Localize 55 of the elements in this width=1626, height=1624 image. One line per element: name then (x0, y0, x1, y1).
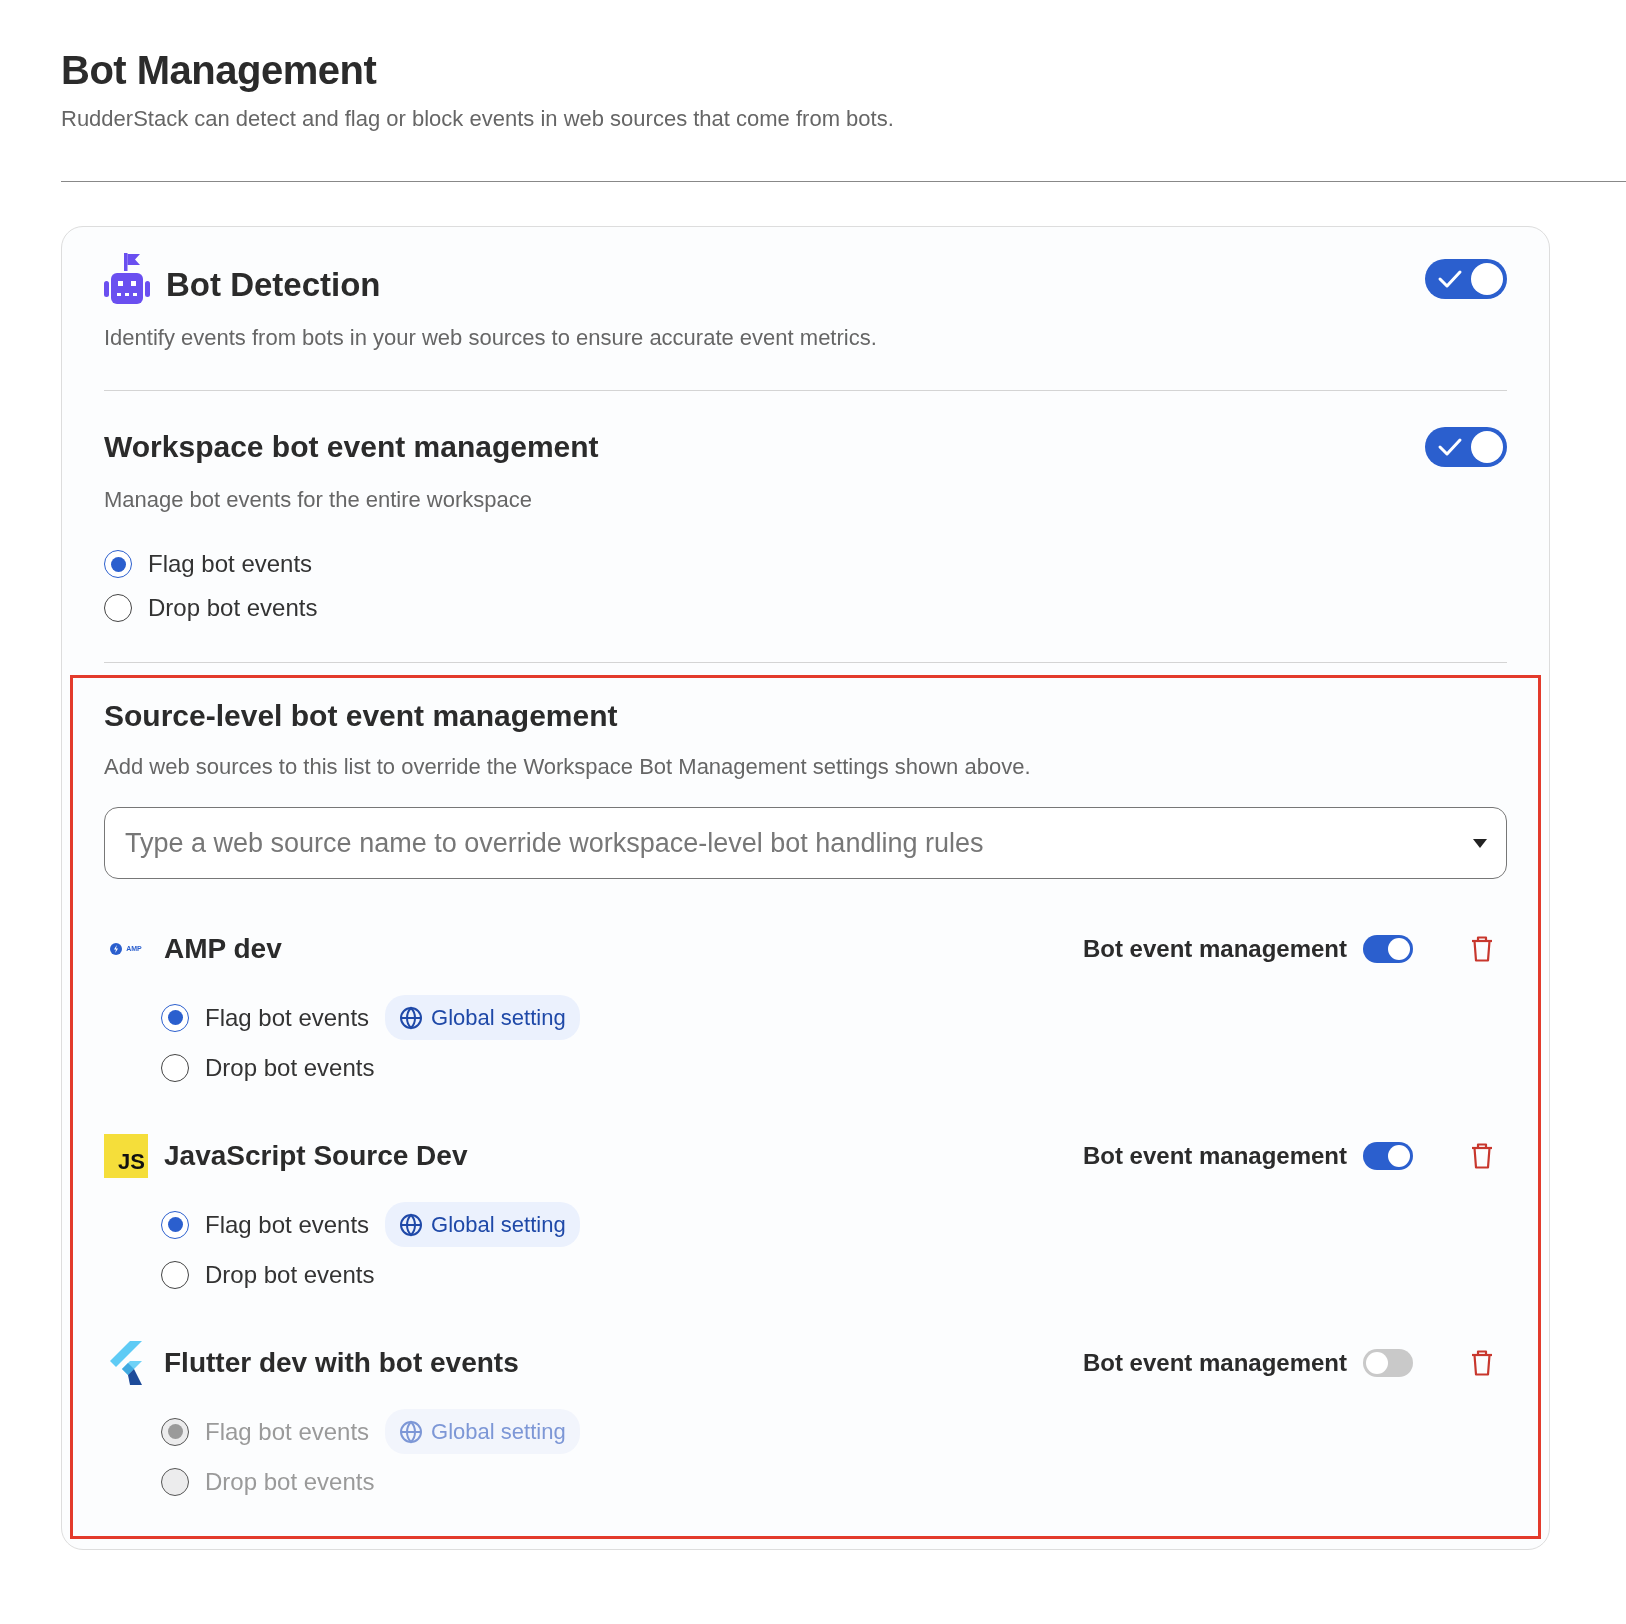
delete-button[interactable] (1471, 936, 1493, 962)
toggle-switch[interactable] (1363, 935, 1413, 963)
trash-icon (1471, 1350, 1493, 1376)
trash-icon (1471, 1143, 1493, 1169)
section-title: Bot Detection (166, 265, 381, 305)
radio-button[interactable] (104, 550, 132, 578)
page-subtitle: RudderStack can detect and flag or block events in web sources that come from bots. (61, 105, 895, 133)
trash-icon (1471, 936, 1493, 962)
source-name: Flutter dev with bot events (164, 1346, 519, 1380)
section-description: Manage bot events for the entire workspace (104, 486, 534, 514)
toggle-label: Bot event management (1082, 1141, 1347, 1171)
option-label: Drop bot events (205, 1053, 375, 1083)
toggle-switch[interactable] (1425, 427, 1507, 467)
section-title: Source-level bot event management (104, 698, 619, 734)
option-label: Flag bot events (205, 1209, 370, 1240)
radio-button[interactable] (161, 1417, 189, 1446)
toggle-label: Bot event management (1082, 934, 1347, 964)
globe-icon (399, 1212, 424, 1237)
radio-button[interactable] (161, 1210, 189, 1239)
delete-button[interactable] (1471, 1143, 1493, 1169)
radio-button[interactable] (161, 1003, 189, 1032)
radio-button[interactable] (104, 594, 132, 622)
source-search-field[interactable]: Type a web source name to override workspace-level bot handling rules (104, 807, 1507, 879)
check-icon (1437, 269, 1463, 289)
globe-icon (399, 1419, 424, 1444)
radio-button[interactable] (161, 1468, 189, 1496)
option-label: Flag bot events (205, 1416, 370, 1447)
global-setting-tag: Global setting (385, 1202, 580, 1247)
section-description: Identify events from bots in your web sources to ensure accurate event metrics. (104, 324, 878, 352)
flutter-logo-icon (108, 1341, 144, 1385)
option-label: Drop bot events (148, 593, 318, 623)
section-description: Add web sources to this list to override the Workspace Bot Management settings shown above. (104, 753, 1032, 781)
option-label: Drop bot events (205, 1467, 375, 1497)
js-logo: JS (104, 1134, 148, 1178)
page-title: Bot Management (61, 47, 378, 94)
delete-button[interactable] (1471, 1350, 1493, 1376)
robot-icon (104, 253, 150, 305)
lightning-icon (110, 943, 123, 955)
option-label: Flag bot events (148, 549, 313, 579)
global-setting-tag: Global setting (385, 1409, 580, 1454)
source-name: AMP dev (164, 932, 282, 966)
check-icon (1437, 437, 1463, 457)
global-setting-tag: Global setting (385, 995, 580, 1040)
option-label: Drop bot events (205, 1260, 375, 1290)
caret-icon (1473, 839, 1487, 848)
section-title: Workspace bot event management (104, 429, 599, 465)
toggle-switch[interactable] (1363, 1349, 1413, 1377)
radio-button[interactable] (161, 1054, 189, 1082)
toggle-label: Bot event management (1082, 1348, 1347, 1378)
toggle-switch[interactable] (1363, 1142, 1413, 1170)
globe-icon (399, 1005, 424, 1030)
toggle-switch[interactable] (1425, 259, 1507, 299)
source-name: JavaScript Source Dev (164, 1139, 468, 1173)
option-label: Flag bot events (205, 1002, 370, 1033)
radio-button[interactable] (161, 1261, 189, 1289)
